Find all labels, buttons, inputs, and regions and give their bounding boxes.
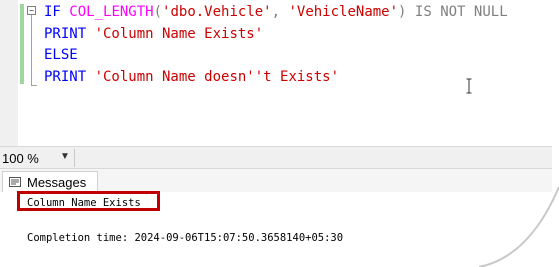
code-token: 'Column Name doesn''t Exists'	[94, 68, 340, 85]
code-token: ELSE	[44, 47, 78, 63]
code-token: )	[398, 4, 415, 20]
zoom-level[interactable]: 100 %	[2, 151, 39, 166]
chevron-down-icon[interactable]: ▼	[60, 151, 70, 162]
tab-messages-label: Messages	[27, 175, 87, 190]
code-token: PRINT	[44, 25, 95, 42]
divider	[74, 149, 75, 167]
code-line[interactable]: PRINT 'Column Name doesn''t Exists'	[44, 67, 508, 89]
changed-lines-indicator	[20, 4, 24, 84]
code-line[interactable]: PRINT 'Column Name Exists'	[44, 24, 508, 46]
code-token: PRINT	[44, 68, 95, 85]
completion-time: Completion time: 2024-09-06T15:07:50.365…	[27, 232, 344, 244]
code-token: IS NOT NULL	[414, 4, 508, 20]
fold-end-tick	[31, 85, 37, 86]
code-token: (	[153, 4, 163, 20]
text-cursor-icon	[466, 78, 472, 94]
messages-icon	[9, 177, 21, 187]
editor-gutter	[0, 0, 18, 146]
code-token: ,	[271, 4, 289, 20]
fold-line	[31, 6, 32, 86]
code-token: 'dbo.Vehicle'	[162, 4, 272, 20]
code-line[interactable]: ELSE	[44, 45, 508, 67]
zoom-bar: 100 % ▼	[0, 146, 552, 169]
ssms-window: − IF COL_LENGTH('dbo.Vehicle', 'VehicleN…	[0, 0, 559, 267]
code-token: 'Column Name Exists'	[94, 25, 264, 42]
message-output: Column Name Exists	[27, 197, 141, 209]
code-token: IF	[44, 4, 70, 20]
code-token: COL_LENGTH	[69, 4, 154, 20]
sql-code[interactable]: IF COL_LENGTH('dbo.Vehicle', 'VehicleNam…	[44, 2, 508, 88]
page-curl-decoration	[478, 186, 559, 267]
tab-messages[interactable]: Messages	[2, 171, 98, 193]
code-line[interactable]: IF COL_LENGTH('dbo.Vehicle', 'VehicleNam…	[44, 2, 508, 24]
query-editor[interactable]: − IF COL_LENGTH('dbo.Vehicle', 'VehicleN…	[0, 0, 552, 146]
code-token: 'VehicleName'	[288, 4, 399, 20]
collapse-icon[interactable]: −	[27, 6, 36, 15]
